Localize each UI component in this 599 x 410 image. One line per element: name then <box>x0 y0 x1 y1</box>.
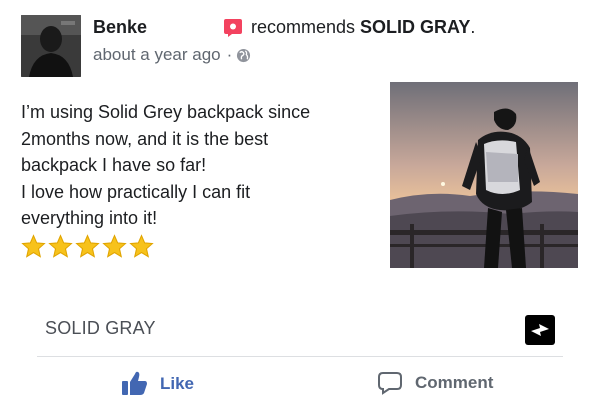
comment-icon <box>378 372 402 395</box>
divider <box>37 356 563 357</box>
thumbs-up-icon <box>122 371 147 395</box>
post-timestamp[interactable]: about a year ago <box>93 45 221 65</box>
recommends-text: recommends <box>251 17 356 37</box>
recommended-page-link[interactable]: SOLID GRAY <box>360 17 470 38</box>
author-name[interactable]: Benke <box>93 17 147 38</box>
recommends-period: . <box>470 17 476 37</box>
like-button[interactable]: Like <box>121 371 194 396</box>
star-icon <box>21 234 46 258</box>
like-label: Like <box>160 373 195 393</box>
post-text-line: backpack I have so far! <box>21 155 207 175</box>
post-text-line: 2months now, and it is the best <box>21 128 269 149</box>
meta-separator: · <box>226 45 233 64</box>
star-icon <box>102 234 127 258</box>
page-logo-icon[interactable] <box>525 315 555 345</box>
photo-image <box>390 82 578 268</box>
avatar-image <box>21 15 81 77</box>
comment-label: Comment <box>415 373 494 392</box>
recommend-icon <box>224 18 242 37</box>
post-text-line: everything into it! <box>21 208 158 228</box>
globe-icon[interactable] <box>236 48 251 63</box>
star-icon <box>75 234 100 258</box>
post-text-line: I’m using Solid Grey backpack since <box>21 102 311 122</box>
post-photo[interactable] <box>390 82 578 268</box>
page-name[interactable]: SOLID GRAY <box>45 318 156 339</box>
recommendation-line: recommends SOLID GRAY . <box>223 17 475 38</box>
post-meta: about a year ago · <box>93 45 251 65</box>
lightning-logo-icon <box>531 324 549 336</box>
star-icon <box>129 234 154 258</box>
author-avatar[interactable] <box>21 15 81 77</box>
star-rating <box>21 234 154 259</box>
comment-button[interactable]: Comment <box>377 371 493 395</box>
post-body: I’m using Solid Grey backpack since 2mon… <box>21 99 381 232</box>
star-icon <box>48 234 73 258</box>
post-text-line: I love how practically I can fit <box>21 181 251 202</box>
